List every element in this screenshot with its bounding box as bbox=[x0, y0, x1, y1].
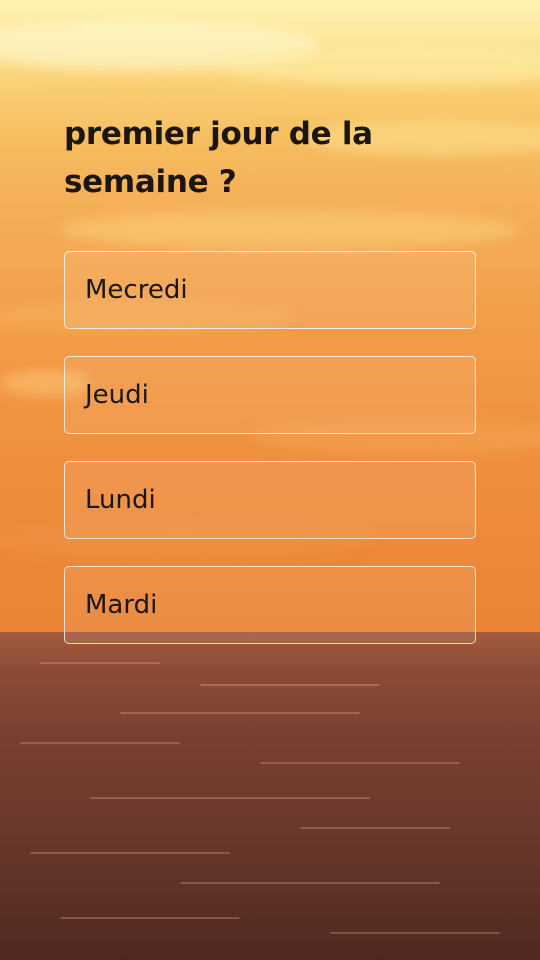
answer-option-jeudi[interactable]: Jeudi bbox=[64, 356, 476, 434]
answer-option-lundi[interactable]: Lundi bbox=[64, 461, 476, 539]
water-ripple bbox=[180, 882, 440, 884]
water-ripple bbox=[300, 827, 450, 829]
answer-option-mecredi[interactable]: Mecredi bbox=[64, 251, 476, 329]
water-ripple bbox=[60, 917, 240, 919]
water-ripple bbox=[260, 762, 460, 764]
water-ripple bbox=[30, 852, 230, 854]
water-ripple bbox=[20, 742, 180, 744]
answer-option-label: Lundi bbox=[85, 485, 156, 515]
quiz-card: premier jour de la semaine ? Mecredi Jeu… bbox=[64, 110, 476, 644]
water-ripple bbox=[90, 797, 370, 799]
water-ripple bbox=[200, 684, 380, 686]
water-ripple bbox=[330, 932, 500, 934]
answer-option-mardi[interactable]: Mardi bbox=[64, 566, 476, 644]
answer-option-label: Jeudi bbox=[85, 380, 149, 410]
answer-option-label: Mardi bbox=[85, 590, 158, 620]
answer-options: Mecredi Jeudi Lundi Mardi bbox=[64, 251, 476, 671]
cloud-streak bbox=[60, 210, 520, 250]
water-ripple bbox=[120, 712, 360, 714]
question-text: premier jour de la semaine ? bbox=[64, 116, 373, 200]
sea-background bbox=[0, 632, 540, 960]
answer-option-label: Mecredi bbox=[85, 275, 188, 305]
cloud-streak bbox=[220, 45, 540, 85]
